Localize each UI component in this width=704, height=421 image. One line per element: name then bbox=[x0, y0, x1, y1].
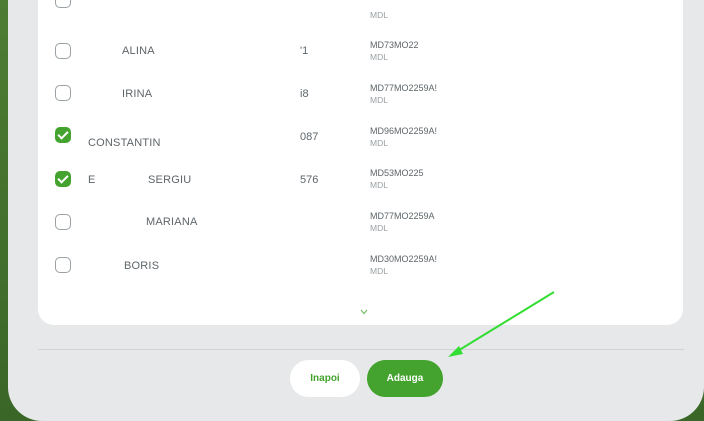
annotation-arrow bbox=[448, 291, 555, 357]
